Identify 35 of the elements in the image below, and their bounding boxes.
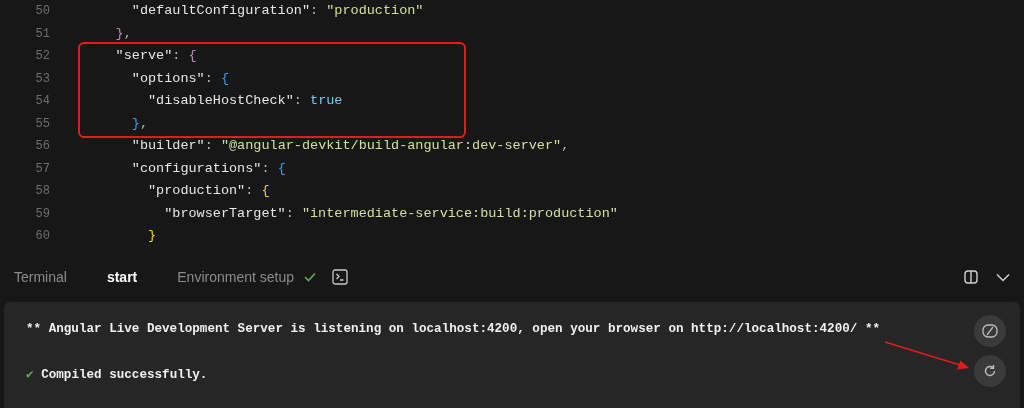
tab[interactable]: Environment setup [177,266,294,288]
code-line: "production": { [147,182,270,201]
line-number: 56 [34,138,50,156]
line-number: 57 [34,160,50,178]
tab[interactable]: start [106,266,138,288]
code-line: "serve": { [114,47,197,66]
clear-icon [982,324,998,338]
code-line: }, [114,24,132,43]
success-check: ✔ [26,368,34,382]
line-number: 58 [34,183,50,201]
line-number: 60 [34,228,50,246]
line-number: 50 [34,3,50,21]
refresh-icon [983,364,997,378]
split-view-icon[interactable] [964,270,978,284]
code-line: "defaultConfiguration": "production" [130,2,424,21]
restart-button[interactable] [974,355,1006,387]
chevron-down-icon[interactable] [996,272,1010,282]
line-number: 52 [34,48,50,66]
code-line: }, [130,114,148,133]
code-line: } [147,227,157,246]
line-number: 55 [34,115,50,133]
code-line: "options": { [130,69,230,88]
terminal-output: ** Angular Live Development Server is listening on localhost:4200, open your browser on http://localhost:4200/ ** [26,322,880,336]
code-line: "browserTarget": "intermediate-service:build:production" [163,204,618,223]
line-number: 51 [34,25,50,43]
tab[interactable]: Terminal [14,266,67,288]
line-number: 53 [34,70,50,88]
code-line: "builder": "@angular-devkit/build-angular:dev-server", [130,137,570,156]
line-number: 59 [34,205,50,223]
clear-button[interactable] [974,315,1006,347]
terminal-icon[interactable] [332,269,348,285]
code-line: "disableHostCheck": true [147,92,343,111]
terminal-output: Compiled successfully. [40,368,208,382]
code-line: "configurations": { [130,159,286,178]
line-number: 54 [34,93,50,111]
